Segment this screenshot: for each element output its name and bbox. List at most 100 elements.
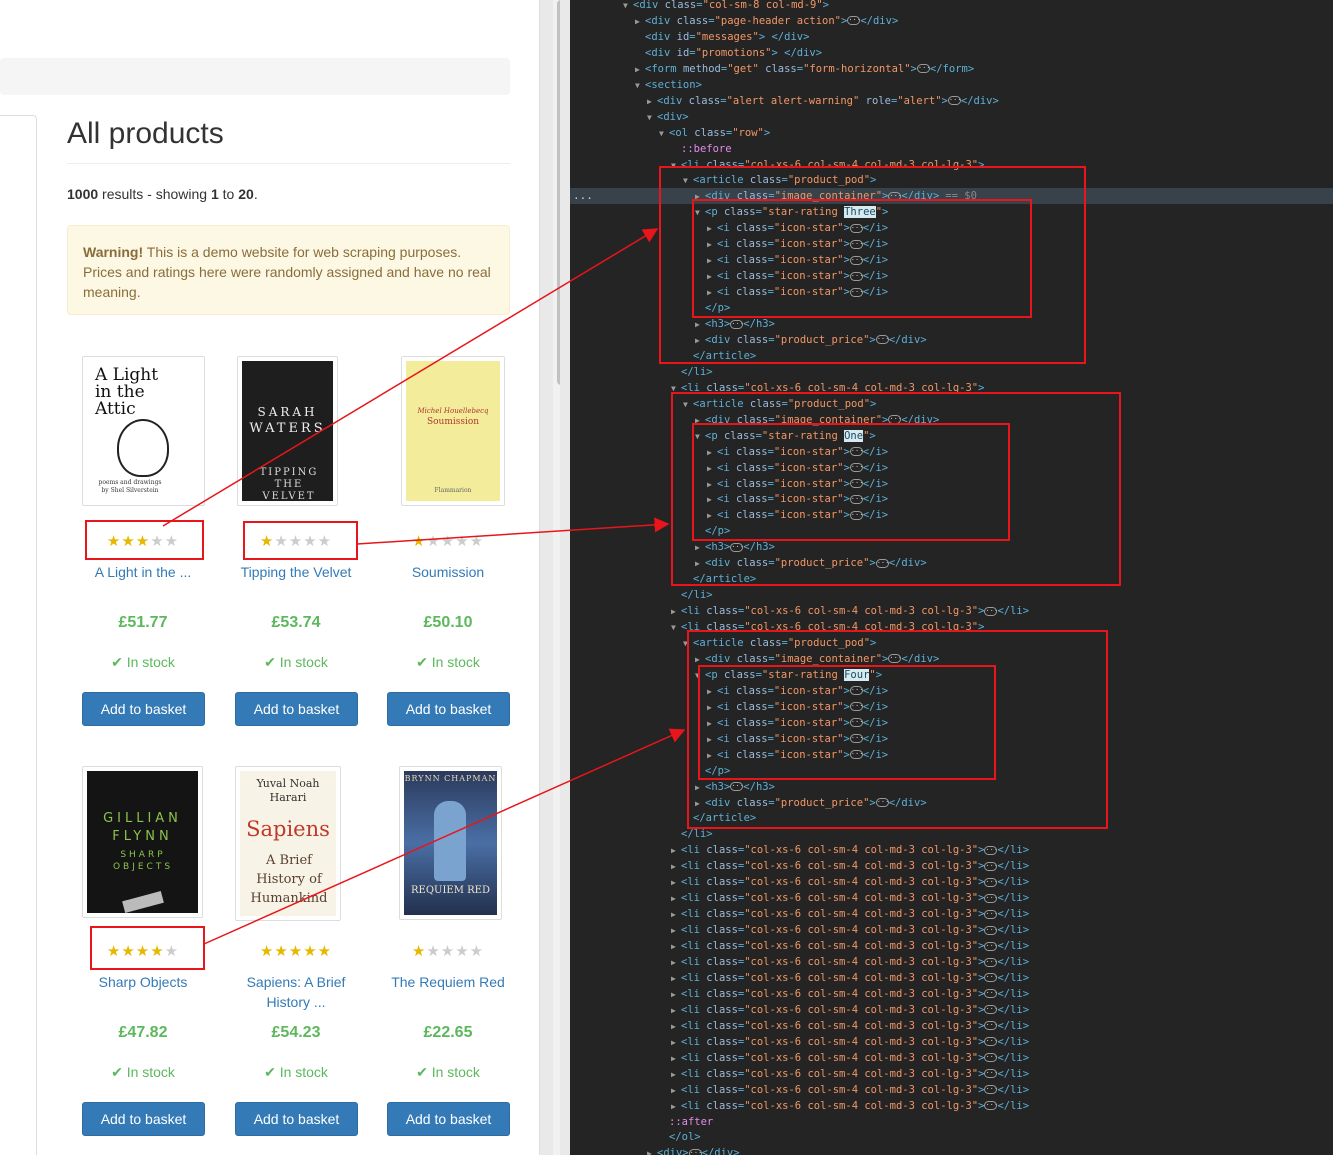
collapsed-ellipsis-icon[interactable]: ··· — [916, 64, 931, 74]
collapsed-ellipsis-icon[interactable]: ··· — [730, 542, 744, 552]
dom-node-line[interactable]: ▶ <i class="icon-star">···</i> — [570, 236, 1333, 252]
expand-right-icon[interactable]: ▶ — [707, 445, 717, 461]
expand-right-icon[interactable]: ▶ — [671, 971, 681, 987]
add-to-basket-button[interactable]: Add to basket — [387, 692, 510, 726]
dom-node-line[interactable]: ▶ <h3>···</h3> — [570, 316, 1333, 332]
dom-node-line[interactable]: </ol> — [570, 1129, 1333, 1145]
dom-node-line[interactable]: ▶ <i class="icon-star">···</i> — [570, 220, 1333, 236]
expand-down-icon[interactable]: ▼ — [623, 0, 633, 14]
expand-right-icon[interactable]: ▶ — [671, 875, 681, 891]
expand-right-icon[interactable]: ▶ — [647, 94, 657, 110]
dom-node-line[interactable]: </article> — [570, 810, 1333, 826]
dom-node-line[interactable]: </li> — [570, 364, 1333, 380]
dom-node-line[interactable]: ▶ <div class="image_container">···</div> — [570, 651, 1333, 667]
dom-node-line[interactable]: ▶ <li class="col-xs-6 col-sm-4 col-md-3 c… — [570, 938, 1333, 954]
expand-right-icon[interactable]: ▶ — [707, 477, 717, 493]
product-thumbnail[interactable]: Michel Houellebecq Soumission Flammarion — [401, 356, 505, 506]
expand-right-icon[interactable]: ▶ — [707, 492, 717, 508]
dom-node-line[interactable]: </p> — [570, 300, 1333, 316]
collapsed-ellipsis-icon[interactable]: ··· — [849, 447, 863, 457]
collapsed-ellipsis-icon[interactable]: ··· — [984, 957, 998, 967]
collapsed-ellipsis-icon[interactable]: ··· — [888, 654, 902, 664]
expand-down-icon[interactable]: ▼ — [695, 429, 705, 445]
dom-node-line[interactable]: ▶ <i class="icon-star">···</i> — [570, 507, 1333, 523]
collapsed-ellipsis-icon[interactable]: ··· — [984, 606, 998, 616]
expand-right-icon[interactable]: ▶ — [707, 716, 717, 732]
dom-node-line[interactable]: ▶ <li class="col-xs-6 col-sm-4 col-md-3 c… — [570, 906, 1333, 922]
dom-node-line[interactable]: </p> — [570, 523, 1333, 539]
product-thumbnail[interactable]: BRYNN CHAPMAN REQUIEM RED — [399, 766, 502, 920]
product-title-link[interactable]: Sapiens: A Brief History ... — [224, 972, 368, 1012]
expand-right-icon[interactable]: ▶ — [707, 221, 717, 237]
dom-node-line[interactable]: ... ▶ <div class="image_container">···</di… — [570, 188, 1333, 205]
expand-right-icon[interactable]: ▶ — [671, 1035, 681, 1051]
collapsed-ellipsis-icon[interactable]: ··· — [688, 1148, 702, 1155]
collapsed-ellipsis-icon[interactable]: ··· — [984, 861, 998, 871]
dom-node-line[interactable]: ▼ <p class="star-rating Four"> — [570, 667, 1333, 683]
expand-right-icon[interactable]: ▶ — [695, 540, 705, 556]
product-title-link[interactable]: Sharp Objects — [71, 972, 215, 992]
dom-node-line[interactable]: ▼ <li class="col-xs-6 col-sm-4 col-md-3 c… — [570, 157, 1333, 173]
dom-node-line[interactable]: ▶ <i class="icon-star">···</i> — [570, 284, 1333, 300]
dom-node-line[interactable]: ▶ <i class="icon-star">···</i> — [570, 715, 1333, 731]
dom-node-line[interactable]: ▶ <li class="col-xs-6 col-sm-4 col-md-3 c… — [570, 1098, 1333, 1114]
collapsed-ellipsis-icon[interactable]: ··· — [984, 973, 998, 983]
product-title-link[interactable]: A Light in the ... — [71, 562, 215, 582]
collapsed-ellipsis-icon[interactable]: ··· — [849, 239, 863, 249]
dom-node-line[interactable]: ▼ <li class="col-xs-6 col-sm-4 col-md-3 c… — [570, 619, 1333, 635]
dom-node-line[interactable]: ▼ <ol class="row"> — [570, 125, 1333, 141]
product-thumbnail[interactable]: GILLIAN FLYNN SHARP OBJECTS — [82, 766, 203, 918]
dom-node-line[interactable]: ▼ <p class="star-rating One"> — [570, 428, 1333, 444]
dom-node-line[interactable]: </article> — [570, 348, 1333, 364]
expand-right-icon[interactable]: ▶ — [707, 285, 717, 301]
dom-node-line[interactable]: </li> — [570, 826, 1333, 842]
product-thumbnail[interactable]: A Light in the Attic poems and drawings by … — [82, 356, 205, 506]
collapsed-ellipsis-icon[interactable]: ··· — [849, 750, 863, 760]
expand-right-icon[interactable]: ▶ — [671, 1067, 681, 1083]
add-to-basket-button[interactable]: Add to basket — [387, 1102, 510, 1136]
add-to-basket-button[interactable]: Add to basket — [82, 1102, 205, 1136]
collapsed-ellipsis-icon[interactable]: ··· — [984, 1005, 998, 1015]
page-scrollbar-thumb[interactable] — [557, 0, 560, 385]
expand-down-icon[interactable]: ▼ — [683, 173, 693, 189]
collapsed-ellipsis-icon[interactable]: ··· — [849, 287, 863, 297]
collapsed-ellipsis-icon[interactable]: ··· — [875, 558, 889, 568]
collapsed-ellipsis-icon[interactable]: ··· — [984, 925, 998, 935]
dom-node-line[interactable]: ▶ <div class="page-header action">···</di… — [570, 13, 1333, 29]
expand-right-icon[interactable]: ▶ — [695, 189, 705, 205]
expand-right-icon[interactable]: ▶ — [695, 652, 705, 668]
dom-node-line[interactable]: ▶ <i class="icon-star">···</i> — [570, 491, 1333, 507]
dom-node-line[interactable]: ▶ <i class="icon-star">···</i> — [570, 476, 1333, 492]
expand-right-icon[interactable]: ▶ — [707, 508, 717, 524]
dom-node-line[interactable]: ▶ <div class="alert alert-warning" role="… — [570, 93, 1333, 109]
collapsed-ellipsis-icon[interactable]: ··· — [849, 686, 863, 696]
dom-node-line[interactable]: ▶ <li class="col-xs-6 col-sm-4 col-md-3 c… — [570, 890, 1333, 906]
collapsed-ellipsis-icon[interactable]: ··· — [984, 1053, 998, 1063]
dom-node-line[interactable]: ▶ <li class="col-xs-6 col-sm-4 col-md-3 c… — [570, 1018, 1333, 1034]
collapsed-ellipsis-icon[interactable]: ··· — [947, 96, 962, 106]
dom-node-line[interactable]: ▶ <form method="get" class="form-horizont… — [570, 61, 1333, 77]
dom-node-line[interactable]: ▶ <li class="col-xs-6 col-sm-4 col-md-3 c… — [570, 1082, 1333, 1098]
product-title-link[interactable]: Tipping the Velvet — [224, 562, 368, 582]
expand-right-icon[interactable]: ▶ — [671, 987, 681, 1003]
collapsed-ellipsis-icon[interactable]: ··· — [849, 494, 863, 504]
add-to-basket-button[interactable]: Add to basket — [235, 692, 358, 726]
dom-node-line[interactable]: ::after — [570, 1114, 1333, 1130]
expand-right-icon[interactable]: ▶ — [635, 14, 645, 30]
dom-node-line[interactable]: ::before — [570, 141, 1333, 157]
collapsed-ellipsis-icon[interactable]: ··· — [849, 718, 863, 728]
dom-node-line[interactable]: ▼ <section> — [570, 77, 1333, 93]
dom-node-line[interactable]: <div id="promotions"> </div> — [570, 45, 1333, 61]
collapsed-ellipsis-icon[interactable]: ··· — [984, 909, 998, 919]
product-title-link[interactable]: Soumission — [376, 562, 520, 582]
dom-node-line[interactable]: ▶ <i class="icon-star">···</i> — [570, 683, 1333, 699]
dom-node-line[interactable]: ▶ <h3>···</h3> — [570, 539, 1333, 555]
expand-down-icon[interactable]: ▼ — [695, 668, 705, 684]
expand-right-icon[interactable]: ▶ — [647, 1146, 657, 1155]
expand-down-icon[interactable]: ▼ — [671, 158, 681, 174]
dom-node-line[interactable]: </li> — [570, 587, 1333, 603]
collapsed-ellipsis-icon[interactable]: ··· — [984, 1069, 998, 1079]
expand-right-icon[interactable]: ▶ — [695, 413, 705, 429]
dom-node-line[interactable]: </article> — [570, 571, 1333, 587]
collapsed-ellipsis-icon[interactable]: ··· — [984, 845, 998, 855]
